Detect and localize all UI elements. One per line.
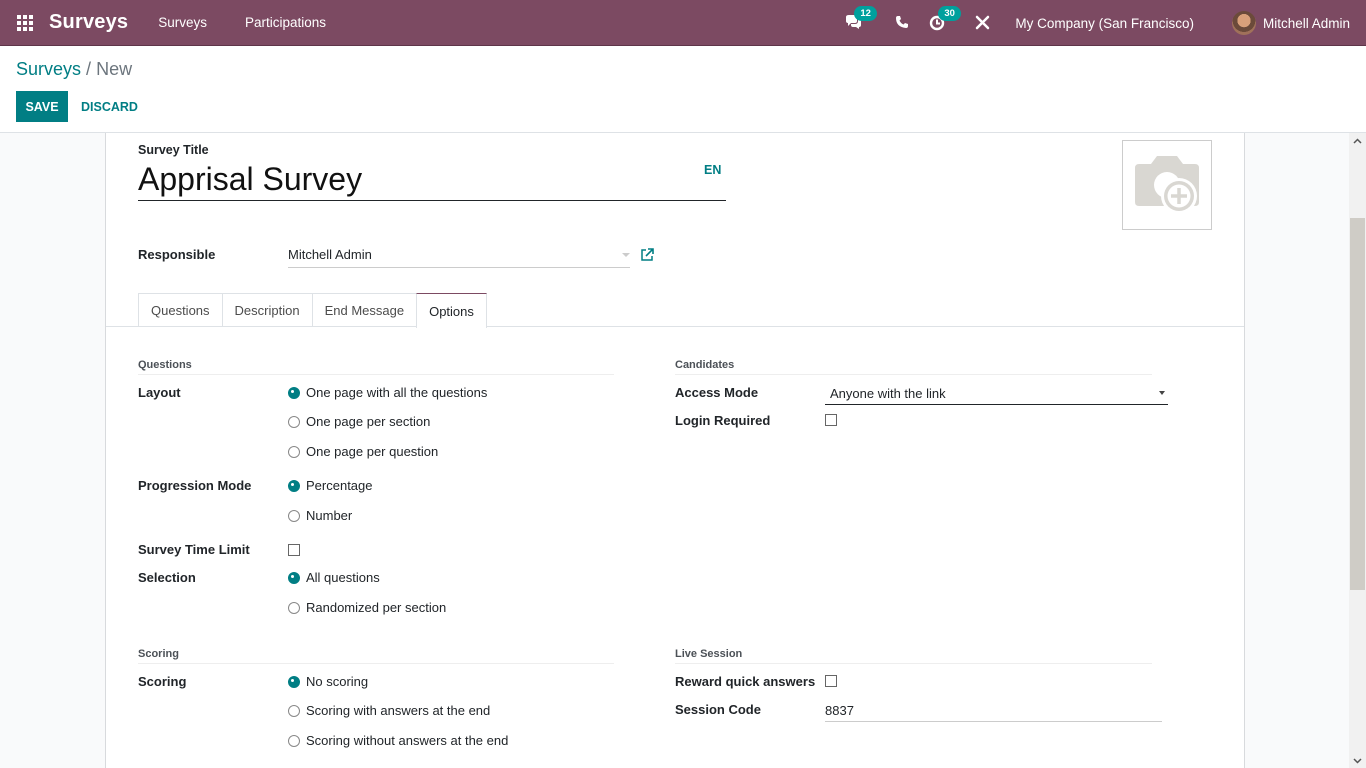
breadcrumb-surveys[interactable]: Surveys — [16, 59, 81, 79]
scroll-down-arrow-icon[interactable] — [1353, 756, 1362, 765]
breadcrumb-separator: / — [86, 59, 92, 79]
breadcrumb: Surveys / New — [16, 59, 132, 80]
layout-option-single-page[interactable]: One page with all the questions — [288, 385, 487, 400]
activities-button[interactable]: 30 — [929, 6, 961, 31]
radio-selected[interactable] — [288, 386, 300, 399]
chevron-down-icon[interactable] — [622, 253, 630, 257]
debug-tools-button[interactable] — [975, 15, 991, 31]
phone-button[interactable] — [895, 15, 911, 31]
apps-menu-icon[interactable] — [17, 14, 33, 31]
scoring-option-none[interactable]: No scoring — [288, 674, 368, 689]
responsible-field[interactable]: Mitchell Admin — [288, 243, 630, 268]
user-menu[interactable]: Mitchell Admin — [1231, 11, 1350, 35]
app-brand[interactable]: Surveys — [49, 11, 128, 34]
tab-questions[interactable]: Questions — [138, 293, 223, 327]
user-avatar — [1231, 11, 1256, 35]
scoring-label: Scoring — [138, 674, 187, 689]
radio-selected[interactable] — [288, 675, 300, 688]
radio-unselected[interactable] — [288, 415, 300, 428]
responsible-label: Responsible — [138, 247, 216, 262]
messages-count-badge: 12 — [854, 6, 877, 21]
user-name: Mitchell Admin — [1262, 15, 1350, 31]
selection-option-all[interactable]: All questions — [288, 570, 380, 585]
option-label: One page per section — [306, 414, 431, 429]
tab-options[interactable]: Options — [416, 293, 487, 328]
tab-end-message[interactable]: End Message — [311, 293, 418, 327]
company-switcher[interactable]: My Company (San Francisco) — [1015, 16, 1194, 31]
access-mode-select[interactable]: Anyone with the link — [825, 383, 1168, 405]
discard-button[interactable]: DISCARD — [78, 91, 141, 122]
tools-icon — [976, 15, 990, 30]
progression-option-percentage[interactable]: Percentage — [288, 478, 373, 493]
menu-participations[interactable]: Participations — [245, 15, 326, 30]
access-mode-label: Access Mode — [675, 385, 759, 400]
live-session-group-title: Live Session — [675, 648, 1152, 664]
scrollbar-thumb[interactable] — [1350, 218, 1365, 590]
form-sheet: Survey Title EN Responsible Mitchell Adm… — [105, 133, 1245, 768]
reward-quick-answers-label: Reward quick answers — [675, 674, 816, 689]
responsible-value: Mitchell Admin — [288, 247, 372, 262]
survey-title-input[interactable] — [138, 159, 726, 201]
radio-unselected[interactable] — [288, 601, 300, 614]
radio-unselected[interactable] — [288, 445, 300, 458]
option-label: One page per question — [306, 444, 439, 459]
radio-unselected[interactable] — [288, 704, 300, 717]
save-button[interactable]: SAVE — [16, 91, 68, 122]
vertical-scrollbar[interactable] — [1349, 133, 1366, 768]
option-label: Percentage — [306, 478, 373, 493]
tab-description[interactable]: Description — [221, 293, 313, 327]
option-label: No scoring — [306, 674, 369, 689]
time-limit-checkbox[interactable] — [288, 544, 300, 556]
progression-option-number[interactable]: Number — [288, 508, 352, 523]
scoring-group-title: Scoring — [138, 648, 614, 664]
survey-title-label: Survey Title — [138, 143, 209, 157]
option-label: One page with all the questions — [306, 385, 488, 400]
login-required-checkbox[interactable] — [825, 414, 837, 426]
form-tabs: Questions Description End Message Option… — [138, 293, 487, 328]
scoring-option-with-answers[interactable]: Scoring with answers at the end — [288, 703, 490, 718]
option-label: Scoring with answers at the end — [306, 703, 491, 718]
progression-mode-label: Progression Mode — [138, 478, 252, 493]
session-code-label: Session Code — [675, 702, 761, 717]
scroll-up-arrow-icon[interactable] — [1353, 137, 1362, 146]
top-navbar: Surveys Surveys Participations 12 30 My … — [0, 0, 1366, 46]
session-code-input[interactable]: 8837 — [825, 703, 1162, 722]
survey-image-upload[interactable] — [1122, 140, 1212, 230]
radio-selected[interactable] — [288, 479, 300, 492]
systray: 12 30 My Company (San Francisco) Mitchel… — [845, 0, 1366, 46]
main-menu: Surveys Participations — [158, 15, 364, 30]
phone-icon — [896, 16, 909, 28]
activities-count-badge: 30 — [938, 6, 961, 21]
messages-button[interactable]: 12 — [845, 6, 877, 31]
chevron-down-icon[interactable] — [1159, 391, 1165, 395]
radio-unselected[interactable] — [288, 734, 300, 747]
candidates-group-title: Candidates — [675, 359, 1152, 375]
control-panel: Surveys / New SAVE DISCARD — [0, 46, 1366, 133]
external-link-icon[interactable] — [640, 248, 654, 262]
time-limit-label: Survey Time Limit — [138, 542, 250, 557]
option-label: Randomized per section — [306, 600, 447, 615]
camera-add-icon — [1135, 156, 1199, 214]
option-label: Number — [306, 508, 353, 523]
selection-label: Selection — [138, 570, 196, 585]
login-required-label: Login Required — [675, 413, 771, 428]
radio-selected[interactable] — [288, 571, 300, 584]
layout-option-per-question[interactable]: One page per question — [288, 444, 438, 459]
breadcrumb-current: New — [96, 59, 133, 79]
tab-divider — [106, 326, 1244, 327]
selection-option-randomized[interactable]: Randomized per section — [288, 600, 446, 615]
option-label: Scoring without answers at the end — [306, 733, 509, 748]
menu-surveys[interactable]: Surveys — [158, 15, 207, 30]
option-label: All questions — [306, 570, 380, 585]
access-mode-value: Anyone with the link — [830, 386, 946, 401]
layout-label: Layout — [138, 385, 181, 400]
radio-unselected[interactable] — [288, 509, 300, 522]
translate-button[interactable]: EN — [704, 163, 721, 177]
reward-quick-answers-checkbox[interactable] — [825, 675, 837, 687]
scoring-option-without-answers[interactable]: Scoring without answers at the end — [288, 733, 508, 748]
questions-group-title: Questions — [138, 359, 614, 375]
layout-option-per-section[interactable]: One page per section — [288, 414, 430, 429]
